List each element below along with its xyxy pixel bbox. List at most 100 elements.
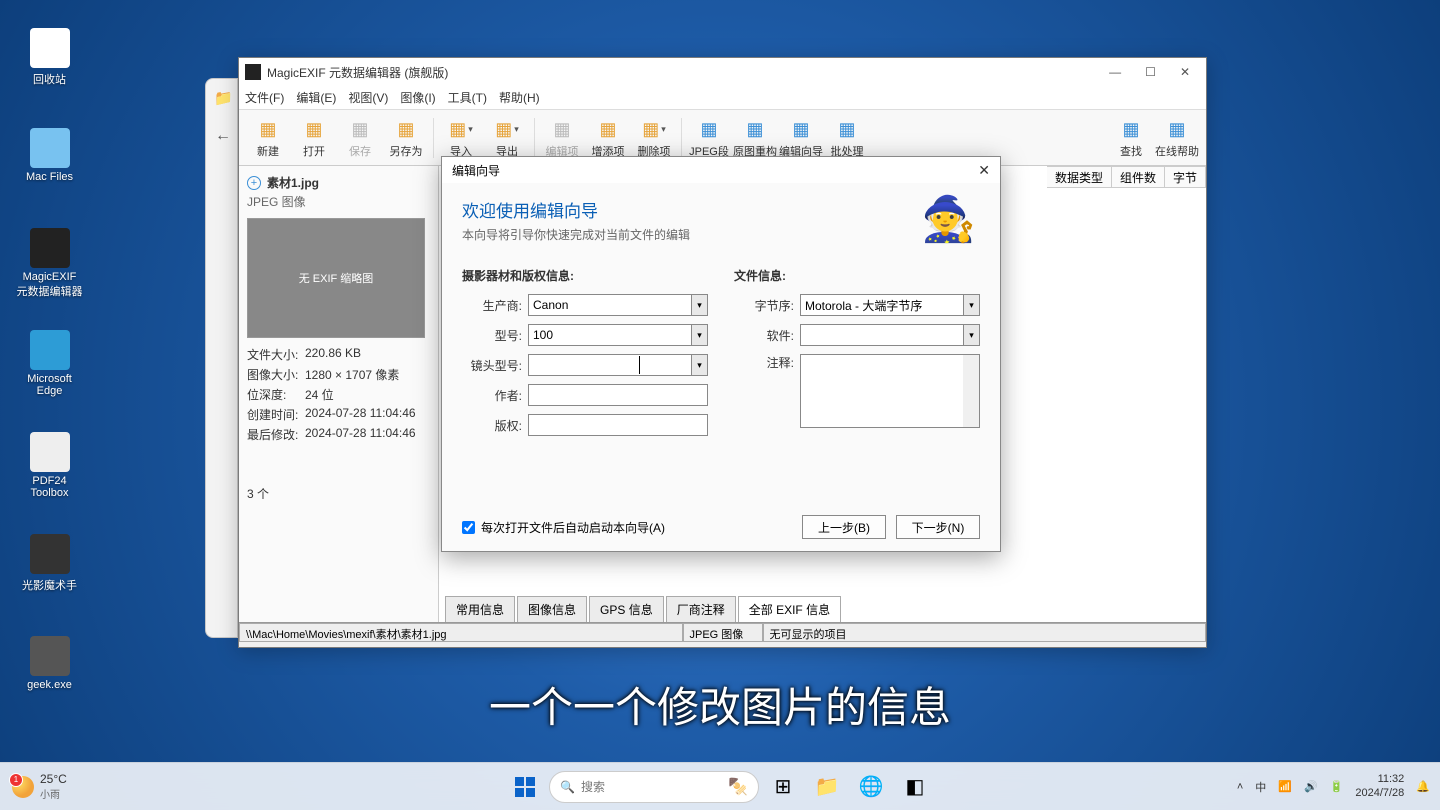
menubar: 文件(F) 编辑(E) 视图(V) 图像(I) 工具(T) 帮助(H) — [239, 86, 1206, 110]
wizard-close-button[interactable]: ✕ — [978, 162, 990, 179]
text-input[interactable] — [528, 414, 708, 436]
tab-3[interactable]: 厂商注释 — [666, 596, 736, 622]
search-icon: 🔍 — [560, 780, 575, 794]
field-row: 版权: — [462, 414, 708, 436]
edge-taskbar-icon[interactable]: 🌐 — [851, 767, 891, 807]
video-caption: 一个一个修改图片的信息 — [489, 674, 951, 735]
start-button[interactable] — [505, 767, 545, 807]
text-input[interactable] — [528, 384, 708, 406]
tab-1[interactable]: 图像信息 — [517, 596, 587, 622]
tab-2[interactable]: GPS 信息 — [589, 596, 664, 622]
wizard-heading: 欢迎使用编辑向导 — [462, 197, 980, 222]
wizard-title: 编辑向导 — [452, 162, 500, 179]
autostart-label: 每次打开文件后自动启动本向导(A) — [481, 519, 665, 536]
combo-input[interactable]: ▾ — [800, 324, 980, 346]
toolbar-增添项[interactable]: ▦增添项 — [585, 117, 631, 159]
minimize-button[interactable]: — — [1109, 65, 1121, 79]
menu-item[interactable]: 编辑(E) — [296, 89, 336, 106]
desktop-icon[interactable]: PDF24 Toolbox — [12, 432, 87, 499]
task-view-button[interactable]: ⊞ — [763, 767, 803, 807]
file-name: 素材1.jpg — [267, 174, 319, 191]
toolbar-编辑项: ▦编辑项 — [539, 117, 585, 159]
desktop-icon[interactable]: 回收站 — [12, 28, 87, 87]
meta-row: 位深度:24 位 — [247, 386, 430, 403]
menu-item[interactable]: 视图(V) — [348, 89, 388, 106]
ime-indicator[interactable]: 中 — [1255, 779, 1266, 795]
toolbar-导出[interactable]: ▦▾导出 — [484, 117, 530, 159]
explorer-taskbar-icon[interactable]: 📁 — [807, 767, 847, 807]
toolbar-批处理[interactable]: ▦批处理 — [824, 117, 870, 159]
textarea-input[interactable] — [800, 354, 980, 428]
volume-icon[interactable]: 🔊 — [1304, 780, 1318, 793]
notifications-icon[interactable]: 🔔 — [1416, 780, 1430, 793]
field-row: 型号:100▾ — [462, 324, 708, 346]
combo-input[interactable]: ▾ — [528, 354, 708, 376]
status-message: 无可显示的项目 — [763, 623, 1207, 642]
autostart-checkbox[interactable] — [462, 521, 475, 534]
status-path: \\Mac\Home\Movies\mexif\素材\素材1.jpg — [239, 623, 683, 642]
desktop-icon[interactable]: Mac Files — [12, 128, 87, 183]
toolbar-原图重构[interactable]: ▦原图重构 — [732, 117, 778, 159]
thumbnail-placeholder: 无 EXIF 缩略图 — [247, 218, 425, 338]
menu-item[interactable]: 文件(F) — [245, 89, 284, 106]
toolbar-另存为[interactable]: ▦另存为 — [383, 117, 429, 159]
menu-item[interactable]: 图像(I) — [400, 89, 435, 106]
menu-item[interactable]: 帮助(H) — [499, 89, 540, 106]
field-row: 软件:▾ — [734, 324, 980, 346]
desktop-icon[interactable]: MagicEXIF 元数据编辑器 — [12, 228, 87, 299]
meta-row: 图像大小:1280 × 1707 像素 — [247, 366, 430, 383]
desktop-icon[interactable]: 光影魔术手 — [12, 534, 87, 593]
app-icon — [245, 64, 261, 80]
toolbar-查找[interactable]: ▦查找 — [1108, 117, 1154, 159]
meta-row: 文件大小:220.86 KB — [247, 346, 430, 363]
taskbar-search[interactable]: 🔍 搜索 🍢 — [549, 771, 759, 803]
section-file-label: 文件信息: — [734, 267, 980, 284]
field-row: 字节序:Motorola - 大端字节序▾ — [734, 294, 980, 316]
toolbar-在线帮助[interactable]: ▦在线帮助 — [1154, 117, 1200, 159]
toolbar-新建[interactable]: ▦新建 — [245, 117, 291, 159]
combo-input[interactable]: Motorola - 大端字节序▾ — [800, 294, 980, 316]
toolbar-编辑向导[interactable]: ▦编辑向导 — [778, 117, 824, 159]
wizard-subtitle: 本向导将引导你快速完成对当前文件的编辑 — [462, 226, 980, 243]
toolbar-JPEG段[interactable]: ▦JPEG段 — [686, 117, 732, 159]
folder-icon: 📁 — [214, 89, 233, 107]
column-header[interactable]: 数据类型 — [1047, 166, 1112, 188]
section-camera-label: 摄影器材和版权信息: — [462, 267, 708, 284]
meta-row: 最后修改:2024-07-28 11:04:46 — [247, 426, 430, 443]
wizard-titlebar: 编辑向导 ✕ — [442, 157, 1000, 183]
toolbar-保存: ▦保存 — [337, 117, 383, 159]
meta-row: 创建时间:2024-07-28 11:04:46 — [247, 406, 430, 423]
explorer-window-behind: 📁 ← — [205, 78, 238, 638]
network-icon[interactable]: 📶 — [1278, 780, 1292, 793]
menu-item[interactable]: 工具(T) — [448, 89, 487, 106]
field-row: 作者: — [462, 384, 708, 406]
clock[interactable]: 11:32 2024/7/28 — [1355, 773, 1404, 799]
toolbar-打开[interactable]: ▦打开 — [291, 117, 337, 159]
column-header[interactable]: 字节 — [1165, 166, 1206, 188]
add-circle-icon[interactable]: + — [247, 176, 261, 190]
file-count: 3 个 — [247, 485, 430, 502]
combo-input[interactable]: Canon▾ — [528, 294, 708, 316]
field-row: 注释: — [734, 354, 980, 428]
toolbar-删除项[interactable]: ▦▾删除项 — [631, 117, 677, 159]
prev-button[interactable]: 上一步(B) — [802, 515, 886, 539]
next-button[interactable]: 下一步(N) — [896, 515, 980, 539]
desktop-icon[interactable]: Microsoft Edge — [12, 330, 87, 397]
tab-4[interactable]: 全部 EXIF 信息 — [738, 596, 841, 622]
battery-icon[interactable]: 🔋 — [1330, 780, 1344, 793]
weather-icon[interactable] — [12, 776, 34, 798]
tab-0[interactable]: 常用信息 — [445, 596, 515, 622]
field-row: 生产商:Canon▾ — [462, 294, 708, 316]
taskbar: 25°C 小雨 🔍 搜索 🍢 ⊞ 📁 🌐 ◧ ˄ 中 📶 🔊 🔋 11:32 2… — [0, 762, 1440, 810]
close-button[interactable]: ✕ — [1180, 65, 1190, 79]
desktop-icon[interactable]: geek.exe — [12, 636, 87, 691]
column-header[interactable]: 组件数 — [1112, 166, 1165, 188]
field-row: 镜头型号:▾ — [462, 354, 708, 376]
app-taskbar-icon[interactable]: ◧ — [895, 767, 935, 807]
back-arrow-icon[interactable]: ← — [215, 127, 231, 145]
maximize-button[interactable]: ☐ — [1145, 65, 1156, 79]
file-info-panel: + 素材1.jpg JPEG 图像 无 EXIF 缩略图 文件大小:220.86… — [239, 166, 439, 622]
tray-chevron-icon[interactable]: ˄ — [1237, 781, 1243, 793]
toolbar-导入[interactable]: ▦▾导入 — [438, 117, 484, 159]
combo-input[interactable]: 100▾ — [528, 324, 708, 346]
